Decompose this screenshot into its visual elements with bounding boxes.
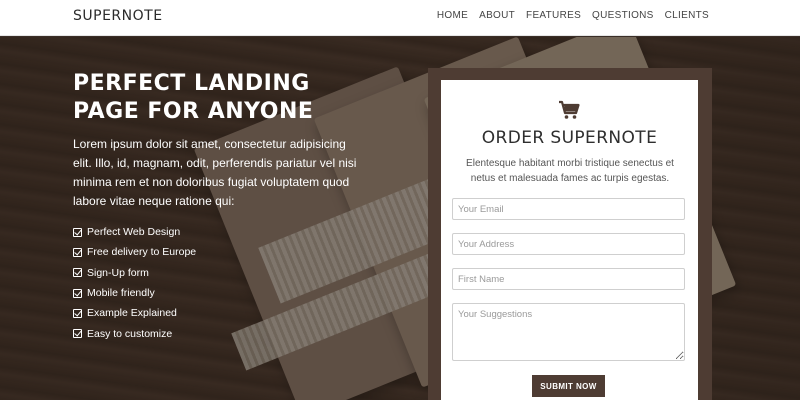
feature-item: Easy to customize: [73, 323, 196, 343]
feature-item: Example Explained: [73, 303, 196, 323]
nav-link-clients[interactable]: CLIENTS: [665, 10, 709, 21]
suggestions-textarea[interactable]: [452, 303, 685, 361]
checkbox-icon: [73, 288, 82, 298]
nav-link-questions[interactable]: QUESTIONS: [592, 10, 654, 21]
feature-item: Free delivery to Europe: [73, 242, 196, 262]
submit-button[interactable]: SUBMIT NOW: [532, 375, 605, 397]
order-subtitle: Elentesque habitant morbi tristique sene…: [466, 158, 674, 184]
feature-label: Example Explained: [87, 307, 177, 320]
feature-item: Mobile friendly: [73, 283, 196, 303]
feature-label: Easy to customize: [87, 327, 173, 340]
feature-label: Mobile friendly: [87, 287, 155, 300]
feature-label: Perfect Web Design: [87, 226, 181, 239]
nav-link-about[interactable]: ABOUT: [479, 10, 515, 21]
brand-logo[interactable]: SUPERNOTE: [73, 8, 163, 24]
address-field[interactable]: [452, 233, 685, 255]
checkbox-icon: [73, 247, 82, 257]
hero-headline-line2: PAGE FOR ANYONE: [73, 99, 314, 124]
top-navbar: SUPERNOTE HOME ABOUT FEATURES QUESTIONS …: [0, 0, 800, 36]
checkbox-icon: [73, 227, 82, 237]
hero-intro-text: Lorem ipsum dolor sit amet, consectetur …: [73, 137, 357, 208]
main-nav: HOME ABOUT FEATURES QUESTIONS CLIENTS: [437, 10, 709, 21]
hero-headline-line1: PERFECT LANDING: [73, 71, 310, 96]
order-title: ORDER SUPERNOTE: [481, 128, 658, 148]
email-field[interactable]: [452, 198, 685, 220]
nav-link-home[interactable]: HOME: [437, 10, 468, 21]
checkbox-icon: [73, 268, 82, 278]
feature-item: Perfect Web Design: [73, 222, 196, 242]
nav-link-features[interactable]: FEATURES: [526, 10, 581, 21]
feature-label: Free delivery to Europe: [87, 246, 197, 259]
feature-list: Perfect Web Design Free delivery to Euro…: [73, 222, 196, 344]
checkbox-icon: [73, 308, 82, 318]
checkbox-icon: [73, 329, 82, 339]
shopping-cart-icon: [559, 100, 580, 119]
first-name-field[interactable]: [452, 268, 685, 290]
feature-label: Sign-Up form: [87, 266, 149, 279]
feature-item: Sign-Up form: [73, 263, 196, 283]
hero-headline: PERFECT LANDING PAGE FOR ANYONE: [73, 70, 393, 126]
